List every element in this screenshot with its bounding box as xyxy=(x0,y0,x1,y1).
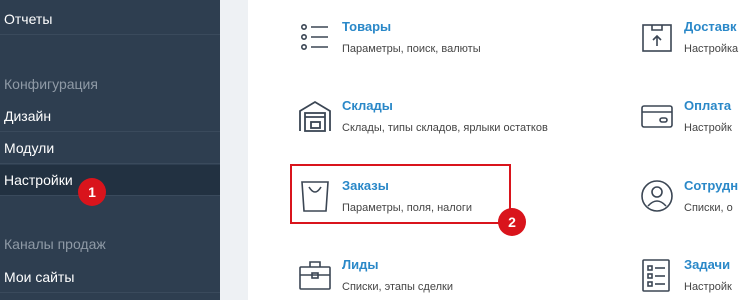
card-icon xyxy=(641,105,673,128)
briefcase-icon xyxy=(299,261,331,290)
sidebar-section-config: Конфигурация xyxy=(0,72,220,96)
box-icon xyxy=(642,24,672,52)
sidebar-item-label: Модули xyxy=(4,140,55,156)
tile-subtitle: Списки, о xyxy=(684,202,733,214)
sidebar-item-settings[interactable]: Настройки xyxy=(0,165,220,196)
tile-payment[interactable]: Оплата Настройк xyxy=(640,97,732,136)
tile-subtitle: Настройка xyxy=(684,43,739,55)
tile-delivery[interactable]: Доставк Настройка xyxy=(640,18,738,57)
section-label: Конфигурация xyxy=(4,76,98,92)
divider-strip xyxy=(220,0,248,300)
step-badge-1: 1 xyxy=(78,178,106,206)
tile-subtitle: Настройк xyxy=(684,281,732,293)
tile-title: Сотрудн xyxy=(684,178,739,193)
sidebar-item-label: Отчеты xyxy=(4,11,53,27)
sidebar-section-channels: Каналы продаж xyxy=(0,232,220,256)
tile-title: Оплата xyxy=(684,98,732,113)
tile-employees[interactable]: Сотрудн Списки, о xyxy=(640,177,738,216)
sidebar-item-label: Дизайн xyxy=(4,108,52,124)
tile-leads[interactable]: Лиды Списки, этапы сделки xyxy=(298,256,453,295)
highlight-box xyxy=(290,164,511,224)
sidebar-item-label: Настройки xyxy=(4,172,73,188)
tile-tasks[interactable]: Задачи Настройк xyxy=(640,256,732,295)
tile-subtitle: Списки, этапы сделки xyxy=(342,281,453,293)
checklist-icon xyxy=(642,259,670,292)
sidebar-item-reports[interactable]: Отчеты xyxy=(0,4,220,35)
tile-subtitle: Настройк xyxy=(684,122,732,134)
list-icon xyxy=(300,24,328,50)
tile-title: Товары xyxy=(342,19,392,34)
sidebar-item-design[interactable]: Дизайн xyxy=(0,101,220,132)
section-label: Каналы продаж xyxy=(4,236,106,252)
sidebar-item-label: Мои сайты xyxy=(4,269,75,285)
tile-title: Лиды xyxy=(342,257,379,272)
sidebar: Отчеты Конфигурация Дизайн Модули Настро… xyxy=(0,0,220,300)
tile-warehouses[interactable]: Склады Склады, типы складов, ярлыки оста… xyxy=(298,97,548,136)
user-icon xyxy=(641,180,673,212)
warehouse-icon xyxy=(299,100,331,132)
tile-title: Доставк xyxy=(684,19,737,34)
tile-title: Задачи xyxy=(684,257,731,272)
tile-subtitle: Параметры, поиск, валюты xyxy=(342,43,481,55)
sidebar-item-my-sites[interactable]: Мои сайты xyxy=(0,262,220,293)
sidebar-item-modules[interactable]: Модули xyxy=(0,133,220,164)
tile-subtitle: Склады, типы складов, ярлыки остатков xyxy=(342,122,548,134)
tile-products[interactable]: Товары Параметры, поиск, валюты xyxy=(298,18,481,57)
tile-title: Склады xyxy=(342,98,393,113)
step-badge-2: 2 xyxy=(498,208,526,236)
